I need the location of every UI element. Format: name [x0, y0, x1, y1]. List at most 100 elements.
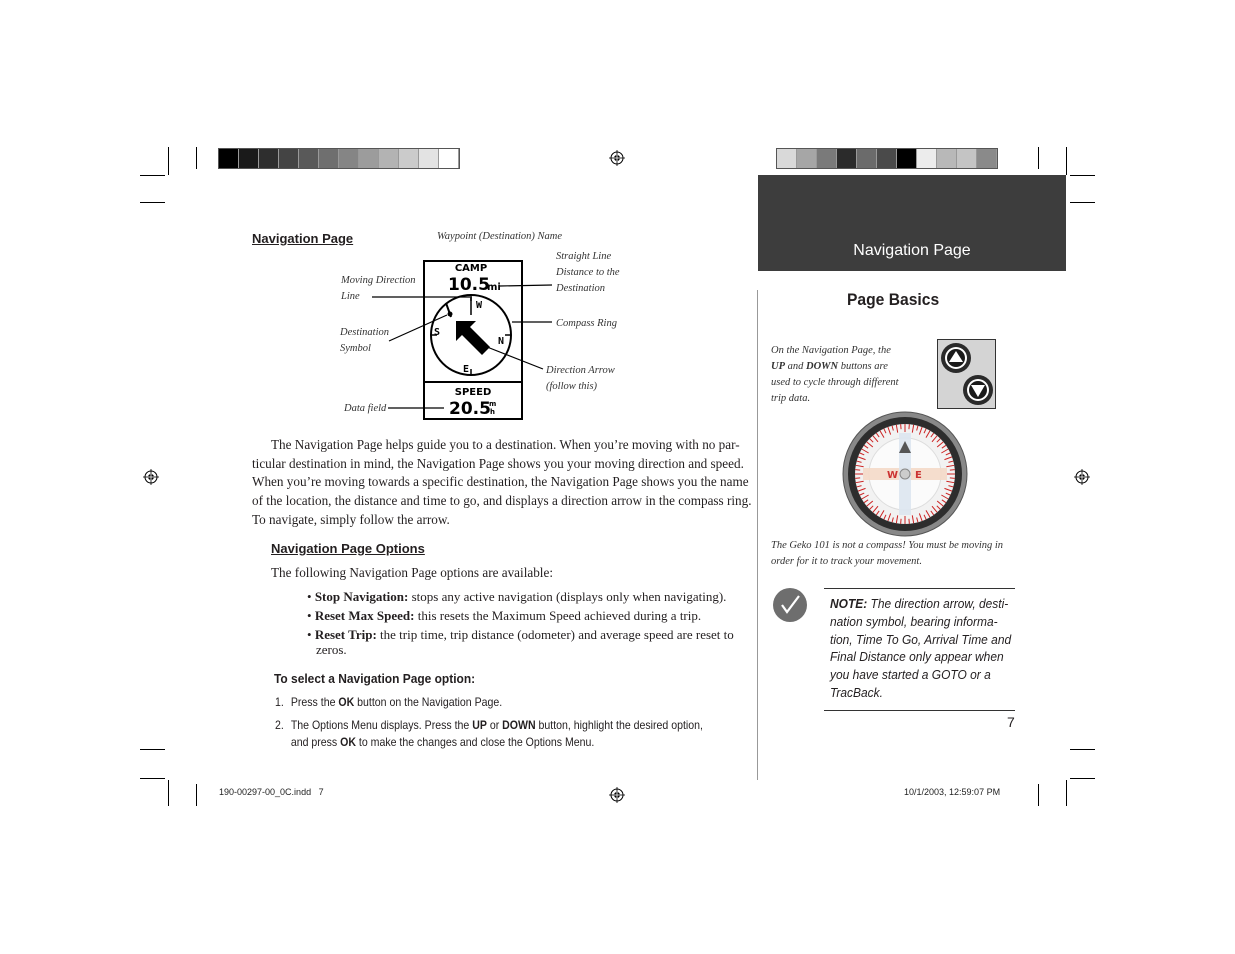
color-bar-left — [218, 148, 460, 169]
page-number: 7 — [1007, 714, 1015, 730]
step-key: OK — [340, 735, 357, 749]
paragraph-line: The Navigation Page helps guide you to a… — [271, 437, 740, 452]
note-box: NOTE: The direction arrow, desti- nation… — [824, 588, 1015, 711]
color-swatch — [977, 149, 997, 168]
footer-file: 190-00297-00_0C.indd 7 — [219, 787, 324, 797]
screen-data-unit-bottom: h — [490, 408, 495, 416]
caption-line: The Geko 101 is not a compass! You must … — [771, 540, 1004, 551]
screen-distance-unit: mi — [487, 282, 501, 293]
option-reset-max-speed: • Reset Max Speed: this resets the Maxim… — [307, 608, 702, 623]
page-subtitle: Page Basics — [847, 290, 940, 309]
option-stop-navigation: • Stop Navigation: stops any active navi… — [307, 589, 727, 604]
screen-distance: 10.5 — [448, 275, 490, 295]
options-intro: The following Navigation Page options ar… — [271, 565, 553, 580]
compass-letter-e: E — [463, 364, 469, 375]
color-swatch — [279, 149, 299, 168]
paragraph-line: When you’re moving towards a specific de… — [252, 474, 749, 490]
color-swatch — [937, 149, 957, 168]
crop-mark — [196, 784, 197, 806]
procedure-title: To select a Navigation Page option: — [274, 671, 476, 686]
compass-letter-w: W — [476, 300, 483, 311]
crop-mark — [1066, 147, 1067, 175]
checkmark-note-icon — [773, 588, 807, 622]
crop-mark — [196, 147, 197, 169]
crop-mark — [1066, 780, 1067, 806]
color-swatch — [797, 149, 817, 168]
color-swatch — [299, 149, 319, 168]
color-swatch — [379, 149, 399, 168]
down-button-icon — [963, 375, 993, 405]
navigation-screen-figure: CAMP 10.5 mi W S N E SPEED 20.5 m h — [372, 260, 553, 420]
color-swatch — [239, 149, 259, 168]
option-text: stops any active navigation (displays on… — [408, 589, 727, 604]
color-swatch — [319, 149, 339, 168]
crop-mark — [1070, 749, 1095, 750]
callout-waypoint-name: Waypoint (Destination) Name — [437, 231, 563, 242]
crop-mark — [1070, 175, 1095, 176]
note-line: NOTE: The direction arrow, desti- — [830, 595, 1019, 613]
step-key: DOWN — [502, 718, 536, 732]
note-text: NOTE: The direction arrow, desti- nation… — [830, 595, 1019, 702]
color-swatch — [837, 149, 857, 168]
step-number: 1. — [275, 695, 284, 709]
options-title: Navigation Page Options — [271, 541, 425, 556]
callout-line: Distance to the — [556, 267, 620, 278]
step-key: UP — [472, 718, 487, 732]
crop-mark — [168, 780, 169, 806]
color-swatch — [339, 149, 359, 168]
page-header-title: Navigation Page — [853, 242, 971, 259]
caption-text: buttons are — [838, 361, 888, 372]
color-swatch — [439, 149, 459, 168]
compass-label-e: E — [915, 470, 922, 481]
step-text: button on the Navigation Page. — [354, 695, 503, 709]
color-swatch — [817, 149, 837, 168]
registration-mark-icon — [143, 469, 159, 485]
screen-waypoint: CAMP — [455, 263, 487, 274]
note-line: tion, Time To Go, Arrival Time and — [830, 631, 1012, 647]
caption-line: On the Navigation Page, the — [771, 345, 891, 356]
color-bar-right — [776, 148, 998, 169]
step-text: The Options Menu displays. Press the — [290, 718, 473, 732]
compass-caption: The Geko 101 is not a compass! You must … — [771, 538, 1003, 570]
registration-mark-icon — [609, 150, 625, 166]
up-down-buttons-image — [937, 339, 996, 409]
caption-line: UP and DOWN buttons are — [771, 359, 899, 375]
callout-line: Destination — [556, 283, 605, 294]
intro-paragraph: The Navigation Page helps guide you to a… — [252, 436, 752, 530]
note-line: Final Distance only appear when — [830, 649, 1004, 665]
color-swatch — [957, 149, 977, 168]
option-text: zeros. — [316, 642, 347, 657]
step-text: Press the — [290, 695, 339, 709]
note-label: NOTE: — [830, 596, 868, 611]
callout-straight-line-distance: Straight Line Distance to the Destinatio… — [556, 249, 620, 297]
paragraph-line: of the location, the distance and time t… — [252, 493, 752, 509]
crop-mark — [1070, 778, 1095, 779]
registration-mark-icon — [609, 787, 625, 803]
screen-data-value: 20.5 — [449, 399, 491, 419]
caption-line: order for it to track your movement. — [771, 556, 922, 567]
footer-timestamp: 10/1/2003, 12:59:07 PM — [904, 787, 1001, 797]
crop-mark — [140, 778, 165, 779]
buttons-caption: On the Navigation Page, the UP and DOWN … — [771, 343, 899, 407]
registration-mark-icon — [1074, 469, 1090, 485]
color-swatch — [359, 149, 379, 168]
caption-key: DOWN — [806, 361, 839, 372]
color-swatch — [777, 149, 797, 168]
compass-letter-s: S — [434, 327, 440, 338]
note-line-text: The direction arrow, desti- — [867, 596, 1009, 611]
paragraph-line: To navigate, simply follow the arrow. — [252, 511, 450, 527]
color-swatch — [419, 149, 439, 168]
color-swatch — [897, 149, 917, 168]
step-text: button, highlight the desired option, — [535, 718, 703, 732]
option-text: the trip time, trip distance (odometer) … — [376, 627, 734, 642]
note-line: you have started a GOTO or a — [830, 667, 991, 683]
caption-key: UP — [771, 361, 785, 372]
caption-text: and — [785, 361, 806, 372]
crop-mark — [1038, 147, 1039, 169]
option-label: Reset Trip: — [314, 627, 377, 642]
step-2: 2. The Options Menu displays. Press the U… — [275, 717, 703, 751]
step-text: to make the changes and close the Option… — [356, 735, 595, 749]
page-divider — [757, 290, 758, 780]
screen-data-unit-top: m — [489, 400, 496, 408]
option-label: Reset Max Speed: — [314, 608, 415, 623]
